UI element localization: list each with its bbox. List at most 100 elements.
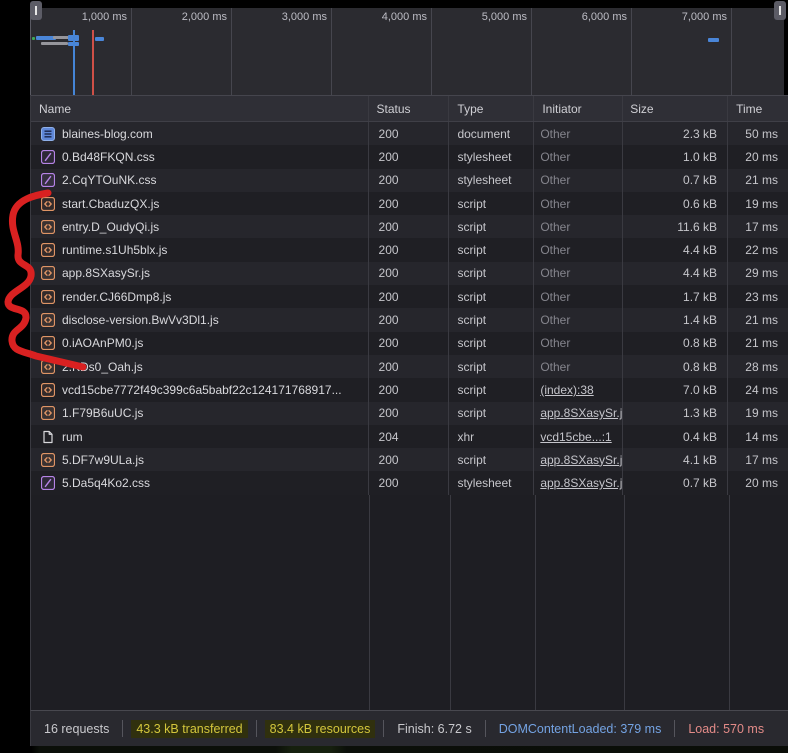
request-initiator: Other xyxy=(534,145,624,169)
initiator-text: Other xyxy=(540,266,571,281)
request-row[interactable]: start.CbaduzQX.js 200 script Other 0.6 k… xyxy=(31,191,788,216)
request-row[interactable]: app.8SXasySr.js 200 script Other 4.4 kB … xyxy=(31,261,788,286)
request-size: 4.4 kB xyxy=(623,238,729,262)
network-summary-bar: 16 requests 43.3 kB transferred 83.4 kB … xyxy=(30,710,788,746)
request-row[interactable]: vcd15cbe7772f49c399c6a5babf22c1241717689… xyxy=(31,378,788,402)
request-name[interactable]: entry.D_OudyQi.js xyxy=(62,220,159,234)
request-status: 200 xyxy=(369,215,450,239)
request-size: 0.7 kB xyxy=(623,168,729,192)
request-row[interactable]: 2.KDs0_Oah.js 200 script Other 0.8 kB 28… xyxy=(31,354,788,379)
grip-icon xyxy=(779,6,781,15)
request-initiator: app.8SXasySr.j xyxy=(534,448,624,472)
column-header-status[interactable]: Status xyxy=(369,96,450,121)
request-size: 1.7 kB xyxy=(623,285,729,309)
column-header-size[interactable]: Size xyxy=(623,96,729,121)
request-type: document xyxy=(449,122,535,146)
request-name[interactable]: rum xyxy=(62,430,83,444)
request-name[interactable]: runtime.s1Uh5blx.js xyxy=(62,243,167,257)
request-name[interactable]: render.CJ66Dmp8.js xyxy=(62,290,171,304)
request-row[interactable]: rum 204 xhr vcd15cbe...:1 0.4 kB 14 ms xyxy=(31,424,788,449)
initiator-text: Other xyxy=(540,313,571,328)
request-rows: blaines-blog.com 200 document Other 2.3 … xyxy=(31,122,788,495)
request-time: 14 ms xyxy=(745,429,778,444)
requests-count: 16 requests xyxy=(44,721,110,736)
request-row[interactable]: 5.Da5q4Ko2.css 200 stylesheet app.8SXasy… xyxy=(31,471,788,495)
initiator-link[interactable]: vcd15cbe...:1 xyxy=(540,430,611,444)
script-icon xyxy=(41,266,55,281)
finish-time: Finish: 6.72 s xyxy=(397,721,472,736)
stylesheet-icon xyxy=(41,173,55,188)
dom-content-loaded-time: DOMContentLoaded: 379 ms xyxy=(498,721,662,736)
initiator-text: Other xyxy=(540,196,571,211)
script-icon xyxy=(41,359,55,374)
grid-line xyxy=(731,8,732,95)
request-type: xhr xyxy=(449,424,535,449)
request-row[interactable]: render.CJ66Dmp8.js 200 script Other 1.7 … xyxy=(31,285,788,309)
request-status: 200 xyxy=(369,471,450,495)
overview-request-bar xyxy=(32,37,35,40)
document-icon xyxy=(41,126,55,141)
request-type: script xyxy=(449,308,535,332)
request-size: 0.4 kB xyxy=(623,424,729,449)
request-size: 1.3 kB xyxy=(623,401,729,425)
column-header-time[interactable]: Time xyxy=(728,96,788,121)
overview-right-handle[interactable] xyxy=(774,1,786,20)
request-row[interactable]: 2.CqYTOuNK.css 200 stylesheet Other 0.7 … xyxy=(31,168,788,192)
request-name[interactable]: blaines-blog.com xyxy=(62,127,153,141)
initiator-link[interactable]: app.8SXasySr.j xyxy=(540,453,622,467)
request-type: stylesheet xyxy=(449,168,535,192)
request-status: 200 xyxy=(369,191,450,216)
request-row[interactable]: 0.Bd48FKQN.css 200 stylesheet Other 1.0 … xyxy=(31,145,788,169)
request-status: 200 xyxy=(369,308,450,332)
column-header-initiator[interactable]: Initiator xyxy=(534,96,624,121)
request-status: 200 xyxy=(369,122,450,146)
initiator-link[interactable]: (index):38 xyxy=(540,383,593,397)
request-name[interactable]: 5.Da5q4Ko2.css xyxy=(62,476,150,490)
script-icon xyxy=(41,452,55,467)
request-row[interactable]: disclose-version.BwVv3Dl1.js 200 script … xyxy=(31,308,788,332)
request-name[interactable]: disclose-version.BwVv3Dl1.js xyxy=(62,313,219,327)
column-header-type[interactable]: Type xyxy=(449,96,535,121)
request-type: script xyxy=(449,331,535,355)
request-name[interactable]: 2.CqYTOuNK.css xyxy=(62,173,156,187)
transferred-size: 43.3 kB transferred xyxy=(131,719,248,738)
overview-left-handle[interactable] xyxy=(30,1,42,20)
column-header-name[interactable]: Name xyxy=(31,96,369,121)
request-time: 19 ms xyxy=(745,196,778,211)
request-initiator: Other xyxy=(534,215,624,239)
tick-label: 6,000 ms xyxy=(581,11,627,23)
request-size: 11.6 kB xyxy=(623,215,729,239)
request-name[interactable]: 2.KDs0_Oah.js xyxy=(62,360,143,374)
resources-size: 83.4 kB resources xyxy=(264,719,376,738)
network-overview-timeline[interactable]: 1,000 ms 2,000 ms 3,000 ms 4,000 ms 5,00… xyxy=(30,8,784,95)
script-icon xyxy=(41,313,55,328)
request-row[interactable]: 0.iAOAnPM0.js 200 script Other 0.8 kB 21… xyxy=(31,331,788,355)
script-icon xyxy=(41,382,55,397)
request-name[interactable]: app.8SXasySr.js xyxy=(62,266,150,280)
script-icon xyxy=(41,219,55,234)
request-type: stylesheet xyxy=(449,471,535,495)
request-row[interactable]: blaines-blog.com 200 document Other 2.3 … xyxy=(31,122,788,146)
request-row[interactable]: entry.D_OudyQi.js 200 script Other 11.6 … xyxy=(31,215,788,239)
request-time: 19 ms xyxy=(745,406,778,421)
request-row[interactable]: runtime.s1Uh5blx.js 200 script Other 4.4… xyxy=(31,238,788,262)
request-row[interactable]: 1.F79B6uUC.js 200 script app.8SXasySr.j … xyxy=(31,401,788,425)
request-row[interactable]: 5.DF7w9ULa.js 200 script app.8SXasySr.j … xyxy=(31,448,788,472)
request-name[interactable]: 0.iAOAnPM0.js xyxy=(62,336,143,350)
request-time: 22 ms xyxy=(745,243,778,258)
request-name[interactable]: vcd15cbe7772f49c399c6a5babf22c1241717689… xyxy=(62,383,342,397)
initiator-link[interactable]: app.8SXasySr.j xyxy=(540,476,622,490)
script-icon xyxy=(41,243,55,258)
request-initiator: Other xyxy=(534,168,624,192)
initiator-text: Other xyxy=(540,149,571,164)
request-status: 200 xyxy=(369,331,450,355)
request-name[interactable]: 0.Bd48FKQN.css xyxy=(62,150,155,164)
request-status: 200 xyxy=(369,378,450,402)
request-time: 17 ms xyxy=(745,219,778,234)
stylesheet-icon xyxy=(41,476,55,491)
request-name[interactable]: start.CbaduzQX.js xyxy=(62,197,159,211)
request-name[interactable]: 5.DF7w9ULa.js xyxy=(62,453,144,467)
initiator-link[interactable]: app.8SXasySr.j xyxy=(540,406,622,420)
request-name[interactable]: 1.F79B6uUC.js xyxy=(62,406,143,420)
request-status: 204 xyxy=(369,424,450,449)
